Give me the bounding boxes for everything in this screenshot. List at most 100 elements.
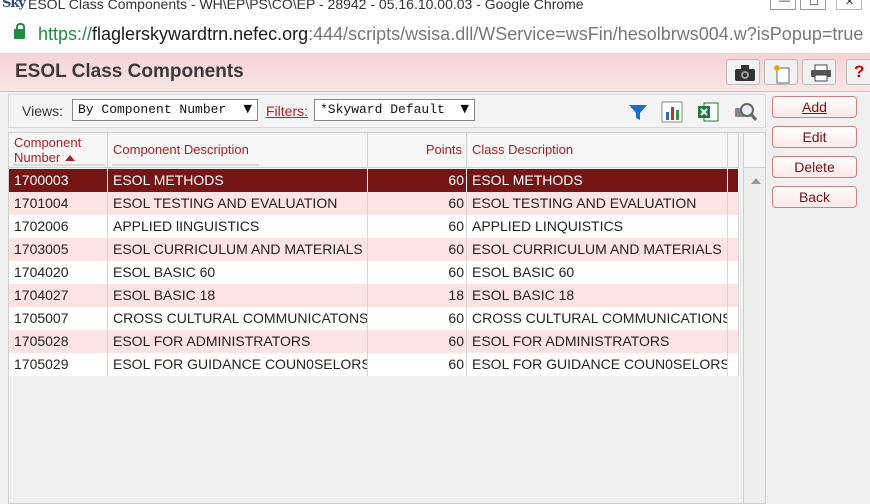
minimize-button[interactable]: — <box>770 0 796 10</box>
table-row[interactable]: 1703005 ESOL CURRICULUM AND MATERIALS 60 ES… <box>9 238 739 261</box>
components-grid: Component Number Component Description P… <box>8 132 766 504</box>
scroll-up-icon[interactable] <box>751 178 761 184</box>
cell-class: ESOL CURRICULUM AND MATERIALS <box>467 238 728 261</box>
skyward-logo: Sky <box>2 0 26 11</box>
window-title: ESOL Class Components - WH\EP\PS\CO\EP -… <box>28 0 584 12</box>
scrollbar-header <box>744 133 765 168</box>
table-row[interactable]: 1705007 CROSS CULTURAL COMMUNICATONS 60 CRO… <box>9 307 739 330</box>
table-row[interactable]: 1700003 ESOL METHODS 60 ESOL METHODS <box>9 169 739 192</box>
help-icon: ? <box>854 62 865 81</box>
cell-class: ESOL FOR GUIDANCE COUN0SELORS <box>467 353 728 376</box>
filters-link[interactable]: Filters: <box>266 103 308 119</box>
export-excel-button[interactable] <box>697 101 719 123</box>
column-header-spacer <box>728 133 739 168</box>
close-window-button[interactable]: ✕ <box>836 0 862 10</box>
cell-spacer <box>728 261 739 284</box>
close-icon: ✕ <box>845 0 855 8</box>
edit-button[interactable]: Edit <box>772 126 857 148</box>
column-header-component-description[interactable]: Component Description <box>108 133 368 168</box>
cell-description: ESOL FOR ADMINISTRATORS <box>108 330 368 353</box>
cell-class: ESOL BASIC 18 <box>467 284 728 307</box>
print-preview-button[interactable] <box>733 101 758 123</box>
cell-spacer <box>728 192 739 215</box>
screenshot-button[interactable] <box>726 59 760 85</box>
new-document-button[interactable] <box>764 59 798 85</box>
delete-button[interactable]: Delete <box>772 156 857 178</box>
window-title-bar: Sky ESOL Class Components - WH\EP\PS\CO\… <box>0 0 870 14</box>
cell-points: 60 <box>368 261 467 284</box>
cell-class: ESOL BASIC 60 <box>467 261 728 284</box>
header-label: Points <box>425 142 462 157</box>
views-selected-value: By Component Number <box>78 102 227 117</box>
cell-points: 60 <box>368 238 467 261</box>
add-label: Add <box>802 99 827 115</box>
preview-icon <box>735 103 758 121</box>
edit-label: Edit <box>802 129 827 145</box>
filter-button[interactable] <box>627 101 649 123</box>
maximize-button[interactable]: ☐ <box>800 0 826 10</box>
cell-number: 1704027 <box>9 284 108 307</box>
cell-points: 60 <box>368 307 467 330</box>
cell-spacer <box>728 169 739 192</box>
url-path: :444/scripts/wsisa.dll/WService=wsFin/he… <box>308 24 864 44</box>
cell-points: 18 <box>368 284 467 307</box>
views-select[interactable]: By Component Number ▼ <box>72 99 258 121</box>
cell-spacer <box>728 307 739 330</box>
url-host: flaglerskywardtrn.nefec.org <box>92 24 309 44</box>
header-label: Component Description <box>113 142 249 157</box>
table-row[interactable]: 1704027 ESOL BASIC 18 18 ESOL BASIC 18 <box>9 284 739 307</box>
cell-class: ESOL TESTING AND EVALUATION <box>467 192 728 215</box>
chart-button[interactable] <box>661 101 683 123</box>
table-row[interactable]: 1705029 ESOL FOR GUIDANCE COUN0SELORS 60 ES… <box>9 353 739 376</box>
column-header-class-description[interactable]: Class Description <box>467 133 728 168</box>
cell-description: CROSS CULTURAL COMMUNICATONS <box>108 307 368 330</box>
delete-label: Delete <box>794 159 835 175</box>
new-document-icon <box>774 65 790 84</box>
cell-points: 60 <box>368 353 467 376</box>
cell-number: 1705007 <box>9 307 108 330</box>
filters-select[interactable]: *Skyward Default ▼ <box>314 99 475 121</box>
url-protocol: https:// <box>38 24 93 44</box>
add-button[interactable]: Add <box>772 96 857 118</box>
cell-number: 1700003 <box>9 169 108 192</box>
cell-spacer <box>728 330 739 353</box>
secure-lock-icon[interactable] <box>14 23 25 39</box>
help-button[interactable]: ? <box>846 59 870 85</box>
cell-class: CROSS CULTURAL COMMUNICATIONS <box>467 307 728 330</box>
cell-number: 1703005 <box>9 238 108 261</box>
cell-number: 1701004 <box>9 192 108 215</box>
cell-description: ESOL TESTING AND EVALUATION <box>108 192 368 215</box>
cell-points: 60 <box>368 169 467 192</box>
address-bar[interactable]: https://flaglerskywardtrn.nefec.org:444/… <box>0 14 870 54</box>
cell-number: 1705028 <box>9 330 108 353</box>
print-button[interactable] <box>802 59 836 85</box>
url-text[interactable]: https://flaglerskywardtrn.nefec.org:444/… <box>38 24 863 45</box>
page-title: ESOL Class Components <box>15 61 244 82</box>
print-icon <box>811 64 831 82</box>
vertical-scrollbar[interactable] <box>743 133 765 503</box>
cell-class: APPLIED LINQUISTICS <box>467 215 728 238</box>
popup-window: Sky ESOL Class Components - WH\EP\PS\CO\… <box>0 0 870 504</box>
table-row[interactable]: 1702006 APPLIED lINGUISTICS 60 APPLIED LINQ… <box>9 215 739 238</box>
cell-points: 60 <box>368 330 467 353</box>
back-label: Back <box>798 189 831 205</box>
table-row[interactable]: 1704020 ESOL BASIC 60 60 ESOL BASIC 60 <box>9 261 739 284</box>
table-row[interactable]: 1705028 ESOL FOR ADMINISTRATORS 60 ESOL FOR… <box>9 330 739 353</box>
cell-description: ESOL METHODS <box>108 169 368 192</box>
column-underline <box>112 164 259 166</box>
cell-spacer <box>728 353 739 376</box>
excel-icon <box>698 102 719 122</box>
maximize-icon: ☐ <box>809 0 819 8</box>
column-header-points[interactable]: Points <box>368 133 467 168</box>
cell-description: ESOL CURRICULUM AND MATERIALS <box>108 238 368 261</box>
cell-spacer <box>728 284 739 307</box>
page-header: ESOL Class Components ? <box>0 54 870 92</box>
camera-icon <box>735 65 755 81</box>
cell-number: 1704020 <box>9 261 108 284</box>
back-button[interactable]: Back <box>772 186 857 208</box>
header-label: Class Description <box>472 142 574 157</box>
header-label: Component <box>14 135 82 150</box>
filters-selected-value: *Skyward Default <box>320 102 445 117</box>
column-header-component-number[interactable]: Component Number <box>9 133 108 168</box>
table-row[interactable]: 1701004 ESOL TESTING AND EVALUATION 60 ESOL… <box>9 192 739 215</box>
